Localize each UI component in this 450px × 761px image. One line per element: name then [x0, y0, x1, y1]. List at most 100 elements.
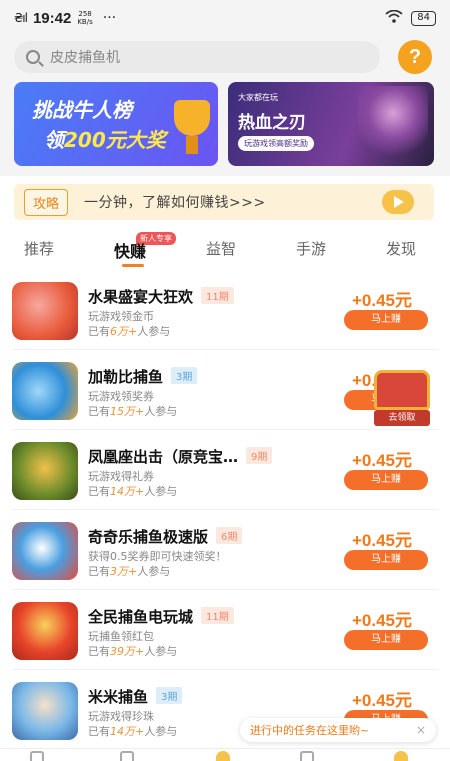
- period-badge: 11期: [201, 287, 234, 304]
- search-input[interactable]: 皮皮捕鱼机: [14, 41, 380, 73]
- banner-row: 挑战牛人榜 领200元大奖 大家都在玩 热血之刃 玩游戏领高额奖励: [0, 80, 450, 176]
- banner-prize: 领200元大奖: [44, 124, 166, 153]
- game-name: 凤凰座出击（原竞宝…: [88, 448, 239, 466]
- game-thumbnail: [12, 282, 78, 340]
- reward-amount: +0.45元: [352, 451, 413, 470]
- search-icon: [26, 50, 40, 64]
- tab-discover[interactable]: 发现: [386, 238, 416, 259]
- count-prefix: 已有: [88, 325, 110, 338]
- help-button[interactable]: ?: [398, 40, 432, 74]
- count-suffix: 人参与: [144, 725, 178, 738]
- count-prefix: 已有: [88, 405, 110, 418]
- game-name-row: 奇奇乐捕鱼极速版 6期: [88, 526, 243, 547]
- period-badge: 6期: [216, 527, 243, 544]
- network-speed-unit: KB/s: [77, 18, 93, 26]
- participant-count: 已有15万+人参与: [88, 403, 177, 419]
- participant-count: 已有6万+人参与: [88, 323, 170, 339]
- period-badge: 3期: [171, 367, 198, 384]
- count-suffix: 人参与: [144, 485, 178, 498]
- period-badge: 3期: [156, 687, 183, 704]
- earn-now-button[interactable]: 马上赚: [344, 310, 428, 330]
- battery-indicator: 84: [411, 10, 436, 26]
- game-thumbnail: [12, 362, 78, 420]
- game-name: 全民捕鱼电玩城: [88, 608, 194, 626]
- count-prefix: 已有: [88, 645, 110, 658]
- play-icon[interactable]: [382, 190, 414, 214]
- game-thumbnail: [12, 602, 78, 660]
- game-name-row: 全民捕鱼电玩城 11期: [88, 606, 234, 627]
- reward-amount: +0.45元: [352, 611, 413, 630]
- banner-prize-highlight: 200元大奖: [64, 128, 166, 152]
- chest-claim-label: 去领取: [374, 410, 430, 426]
- game-promo-banner[interactable]: 大家都在玩 热血之刃 玩游戏领高额奖励: [228, 82, 434, 166]
- bottom-nav-bar: [0, 748, 450, 761]
- banner-title: 挑战牛人榜: [32, 98, 132, 122]
- network-speed: 258 KB/s: [77, 10, 92, 26]
- game-name: 米米捕鱼: [88, 688, 149, 706]
- tab-puzzle[interactable]: 益智: [206, 238, 236, 259]
- close-icon[interactable]: ×: [416, 723, 426, 737]
- list-item[interactable]: 水果盛宴大狂欢 11期 玩游戏领金币 已有6万+人参与 +0.45元 马上赚: [0, 270, 450, 350]
- earn-now-button[interactable]: 马上赚: [344, 630, 428, 650]
- count-value: 39万+: [110, 645, 145, 658]
- guide-text: 一分钟，了解如何赚钱>>>: [84, 195, 266, 211]
- game-description: 获得0.5奖券即可快速领奖！: [88, 550, 227, 563]
- tab-quick-earn[interactable]: 快赚: [114, 238, 147, 267]
- network-speed-value: 258: [78, 10, 92, 18]
- more-dots-icon: ···: [102, 10, 117, 26]
- wifi-icon: [385, 9, 403, 27]
- list-item[interactable]: 全民捕鱼电玩城 11期 玩捕鱼领红包 已有39万+人参与 +0.45元 马上赚: [0, 590, 450, 670]
- game-thumbnail: [12, 682, 78, 740]
- game-description: 玩捕鱼领红包: [88, 630, 154, 643]
- participant-count: 已有3万+人参与: [88, 563, 170, 579]
- banner-game-title: 热血之刃: [238, 113, 306, 133]
- count-value: 3万+: [110, 565, 138, 578]
- period-badge: 11期: [201, 607, 234, 624]
- status-time: 19:42: [32, 9, 72, 27]
- guide-tag: 攻略: [24, 188, 69, 216]
- count-suffix: 人参与: [137, 565, 171, 578]
- list-item[interactable]: 奇奇乐捕鱼极速版 6期 获得0.5奖券即可快速领奖！ 已有3万+人参与 +0.45…: [0, 510, 450, 590]
- active-tab-indicator: [122, 264, 144, 267]
- search-placeholder: 皮皮捕鱼机: [50, 50, 120, 66]
- reward-amount: +0.45元: [352, 531, 413, 550]
- participant-count: 已有14万+人参与: [88, 483, 177, 499]
- count-prefix: 已有: [88, 485, 110, 498]
- count-suffix: 人参与: [144, 645, 178, 658]
- tab-recommend[interactable]: 推荐: [24, 238, 54, 259]
- game-name-row: 凤凰座出击（原竞宝… 9期: [88, 446, 273, 467]
- treasure-chest-icon: [374, 370, 430, 410]
- count-value: 6万+: [110, 325, 138, 338]
- game-description: 玩游戏得珍珠: [88, 710, 154, 723]
- banner-subtitle: 大家都在玩: [238, 93, 278, 102]
- leaderboard-banner[interactable]: 挑战牛人榜 领200元大奖: [14, 82, 218, 166]
- game-name-row: 加勒比捕鱼 3期: [88, 366, 198, 387]
- count-prefix: 已有: [88, 725, 110, 738]
- top-bar: 皮皮捕鱼机 ?: [0, 36, 450, 80]
- game-name: 奇奇乐捕鱼极速版: [88, 528, 209, 546]
- game-name-row: 米米捕鱼 3期: [88, 686, 183, 707]
- participant-count: 已有14万+人参与: [88, 723, 177, 739]
- count-value: 14万+: [110, 485, 145, 498]
- earn-now-button[interactable]: 马上赚: [344, 550, 428, 570]
- guide-tip-bar[interactable]: 攻略 一分钟，了解如何赚钱>>>: [14, 184, 434, 220]
- category-tabs: 新人专享 推荐 快赚 益智 手游 发现: [0, 232, 450, 268]
- tab-mobile-games[interactable]: 手游: [296, 238, 326, 259]
- earn-now-button[interactable]: 马上赚: [344, 470, 428, 490]
- list-item[interactable]: 凤凰座出击（原竞宝… 9期 玩游戏得礼券 已有14万+人参与 +0.45元 马上赚: [0, 430, 450, 510]
- game-description: 玩游戏得礼券: [88, 470, 154, 483]
- tab-quick-earn-label: 快赚: [114, 242, 147, 261]
- treasure-chest-float[interactable]: 去领取: [366, 370, 438, 428]
- task-reminder-pill[interactable]: 进行中的任务在这里哟~ ×: [240, 718, 436, 742]
- trophy-icon: [174, 100, 210, 154]
- game-name-row: 水果盛宴大狂欢 11期: [88, 286, 234, 307]
- count-suffix: 人参与: [137, 325, 171, 338]
- status-bar: ₴ıl 19:42 258 KB/s ··· 84: [0, 0, 450, 36]
- reward-amount: +0.45元: [352, 691, 413, 710]
- game-name: 水果盛宴大狂欢: [88, 288, 194, 306]
- task-reminder-text: 进行中的任务在这里哟~: [250, 724, 370, 737]
- reward-amount: +0.45元: [352, 291, 413, 310]
- game-thumbnail: [12, 442, 78, 500]
- game-thumbnail: [12, 522, 78, 580]
- game-name: 加勒比捕鱼: [88, 368, 164, 386]
